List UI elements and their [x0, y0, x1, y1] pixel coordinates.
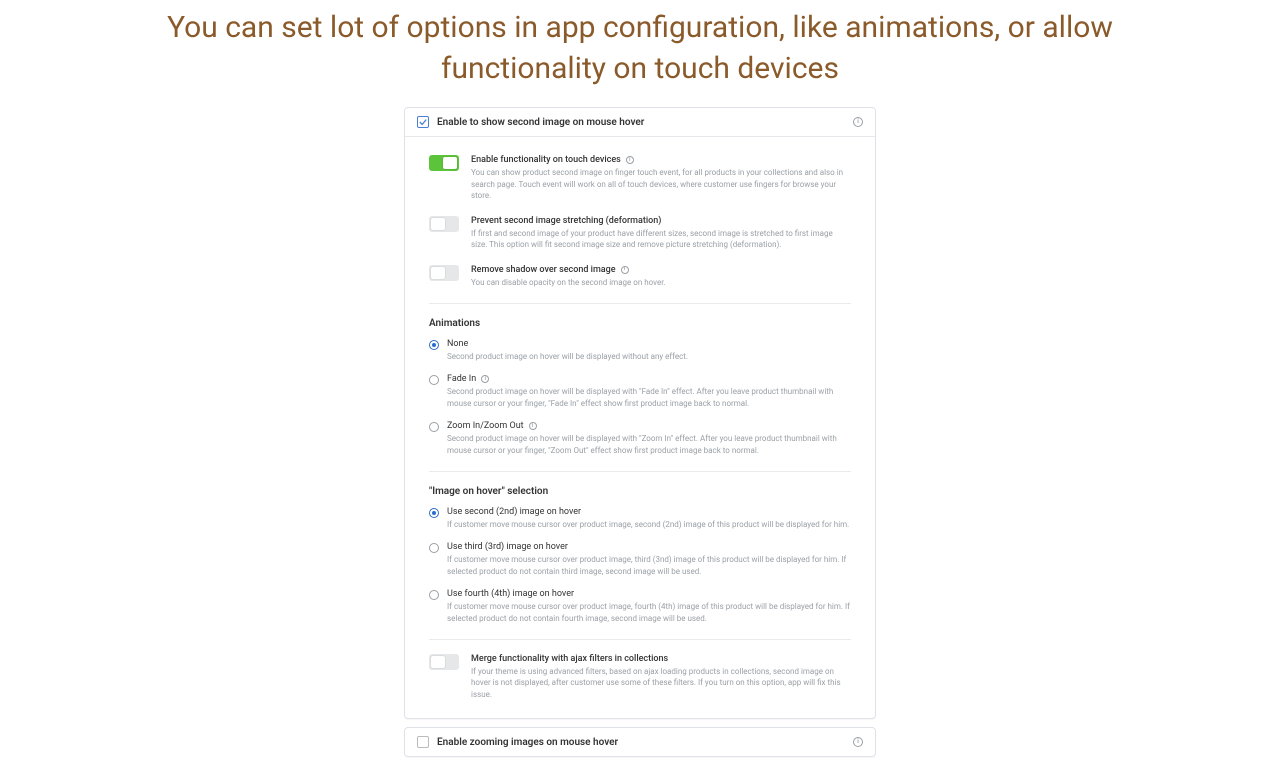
info-icon[interactable]: i — [853, 737, 863, 747]
enable-hover-checkbox[interactable] — [417, 116, 429, 128]
radio-animation-fade[interactable] — [429, 375, 439, 385]
toggle-label: Enable functionality on touch devices i — [471, 155, 851, 165]
radio-label: Use fourth (4th) image on hover — [447, 589, 851, 599]
toggle-remove-shadow[interactable] — [429, 265, 459, 281]
info-icon[interactable]: i — [529, 422, 537, 430]
info-icon[interactable]: i — [626, 156, 634, 164]
radio-desc: Second product image on hover will be di… — [447, 351, 688, 363]
toggle-label: Prevent second image stretching (deforma… — [471, 216, 851, 226]
radio-row-second: Use second (2nd) image on hover If custo… — [429, 507, 851, 531]
radio-use-fourth[interactable] — [429, 590, 439, 600]
toggle-desc: If your theme is using advanced filters,… — [471, 666, 851, 701]
divider — [429, 471, 851, 472]
card-header: Enable zooming images on mouse hover i — [405, 728, 875, 756]
divider — [429, 303, 851, 304]
config-card-hover-image: Enable to show second image on mouse hov… — [404, 107, 876, 719]
toggle-desc: If first and second image of your produc… — [471, 228, 851, 251]
radio-label: Use second (2nd) image on hover — [447, 507, 849, 517]
info-icon[interactable]: i — [481, 375, 489, 383]
card-header: Enable to show second image on mouse hov… — [405, 108, 875, 137]
radio-desc: If customer move mouse cursor over produ… — [447, 519, 849, 531]
info-icon[interactable]: i — [853, 117, 863, 127]
enable-zoom-checkbox[interactable] — [417, 736, 429, 748]
divider — [429, 639, 851, 640]
radio-desc: Second product image on hover will be di… — [447, 386, 851, 409]
card-body: Enable functionality on touch devices i … — [405, 137, 875, 718]
page-headline: You can set lot of options in app config… — [0, 0, 1280, 107]
toggle-label: Merge functionality with ajax filters in… — [471, 654, 851, 664]
toggle-row-shadow: Remove shadow over second image i You ca… — [429, 265, 851, 289]
toggle-desc: You can disable opacity on the second im… — [471, 277, 666, 289]
radio-row-fourth: Use fourth (4th) image on hover If custo… — [429, 589, 851, 624]
radio-label: None — [447, 339, 688, 349]
radio-row-zoom: Zoom In/Zoom Out i Second product image … — [429, 421, 851, 456]
radio-row-none: None Second product image on hover will … — [429, 339, 851, 363]
toggle-row-merge: Merge functionality with ajax filters in… — [429, 654, 851, 701]
radio-desc: If customer move mouse cursor over produ… — [447, 554, 851, 577]
radio-use-second[interactable] — [429, 508, 439, 518]
section-title-selection: "Image on hover" selection — [429, 486, 851, 497]
radio-row-fade: Fade In i Second product image on hover … — [429, 374, 851, 409]
card-title: Enable zooming images on mouse hover — [437, 737, 853, 748]
toggle-prevent-stretch[interactable] — [429, 216, 459, 232]
card-title: Enable to show second image on mouse hov… — [437, 117, 853, 128]
radio-label: Use third (3rd) image on hover — [447, 542, 851, 552]
info-icon[interactable]: i — [621, 266, 629, 274]
radio-desc: Second product image on hover will be di… — [447, 433, 851, 456]
toggle-touch-devices[interactable] — [429, 155, 459, 171]
radio-label: Fade In i — [447, 374, 851, 384]
toggle-desc: You can show product second image on fin… — [471, 167, 851, 202]
toggle-row-touch: Enable functionality on touch devices i … — [429, 155, 851, 202]
radio-row-third: Use third (3rd) image on hover If custom… — [429, 542, 851, 577]
toggle-merge-ajax[interactable] — [429, 654, 459, 670]
radio-desc: If customer move mouse cursor over produ… — [447, 601, 851, 624]
section-title-animations: Animations — [429, 318, 851, 329]
radio-animation-zoom[interactable] — [429, 422, 439, 432]
radio-animation-none[interactable] — [429, 340, 439, 350]
toggle-label: Remove shadow over second image i — [471, 265, 666, 275]
radio-use-third[interactable] — [429, 543, 439, 553]
config-card-zoom: Enable zooming images on mouse hover i — [404, 727, 876, 757]
radio-label: Zoom In/Zoom Out i — [447, 421, 851, 431]
toggle-row-stretch: Prevent second image stretching (deforma… — [429, 216, 851, 251]
